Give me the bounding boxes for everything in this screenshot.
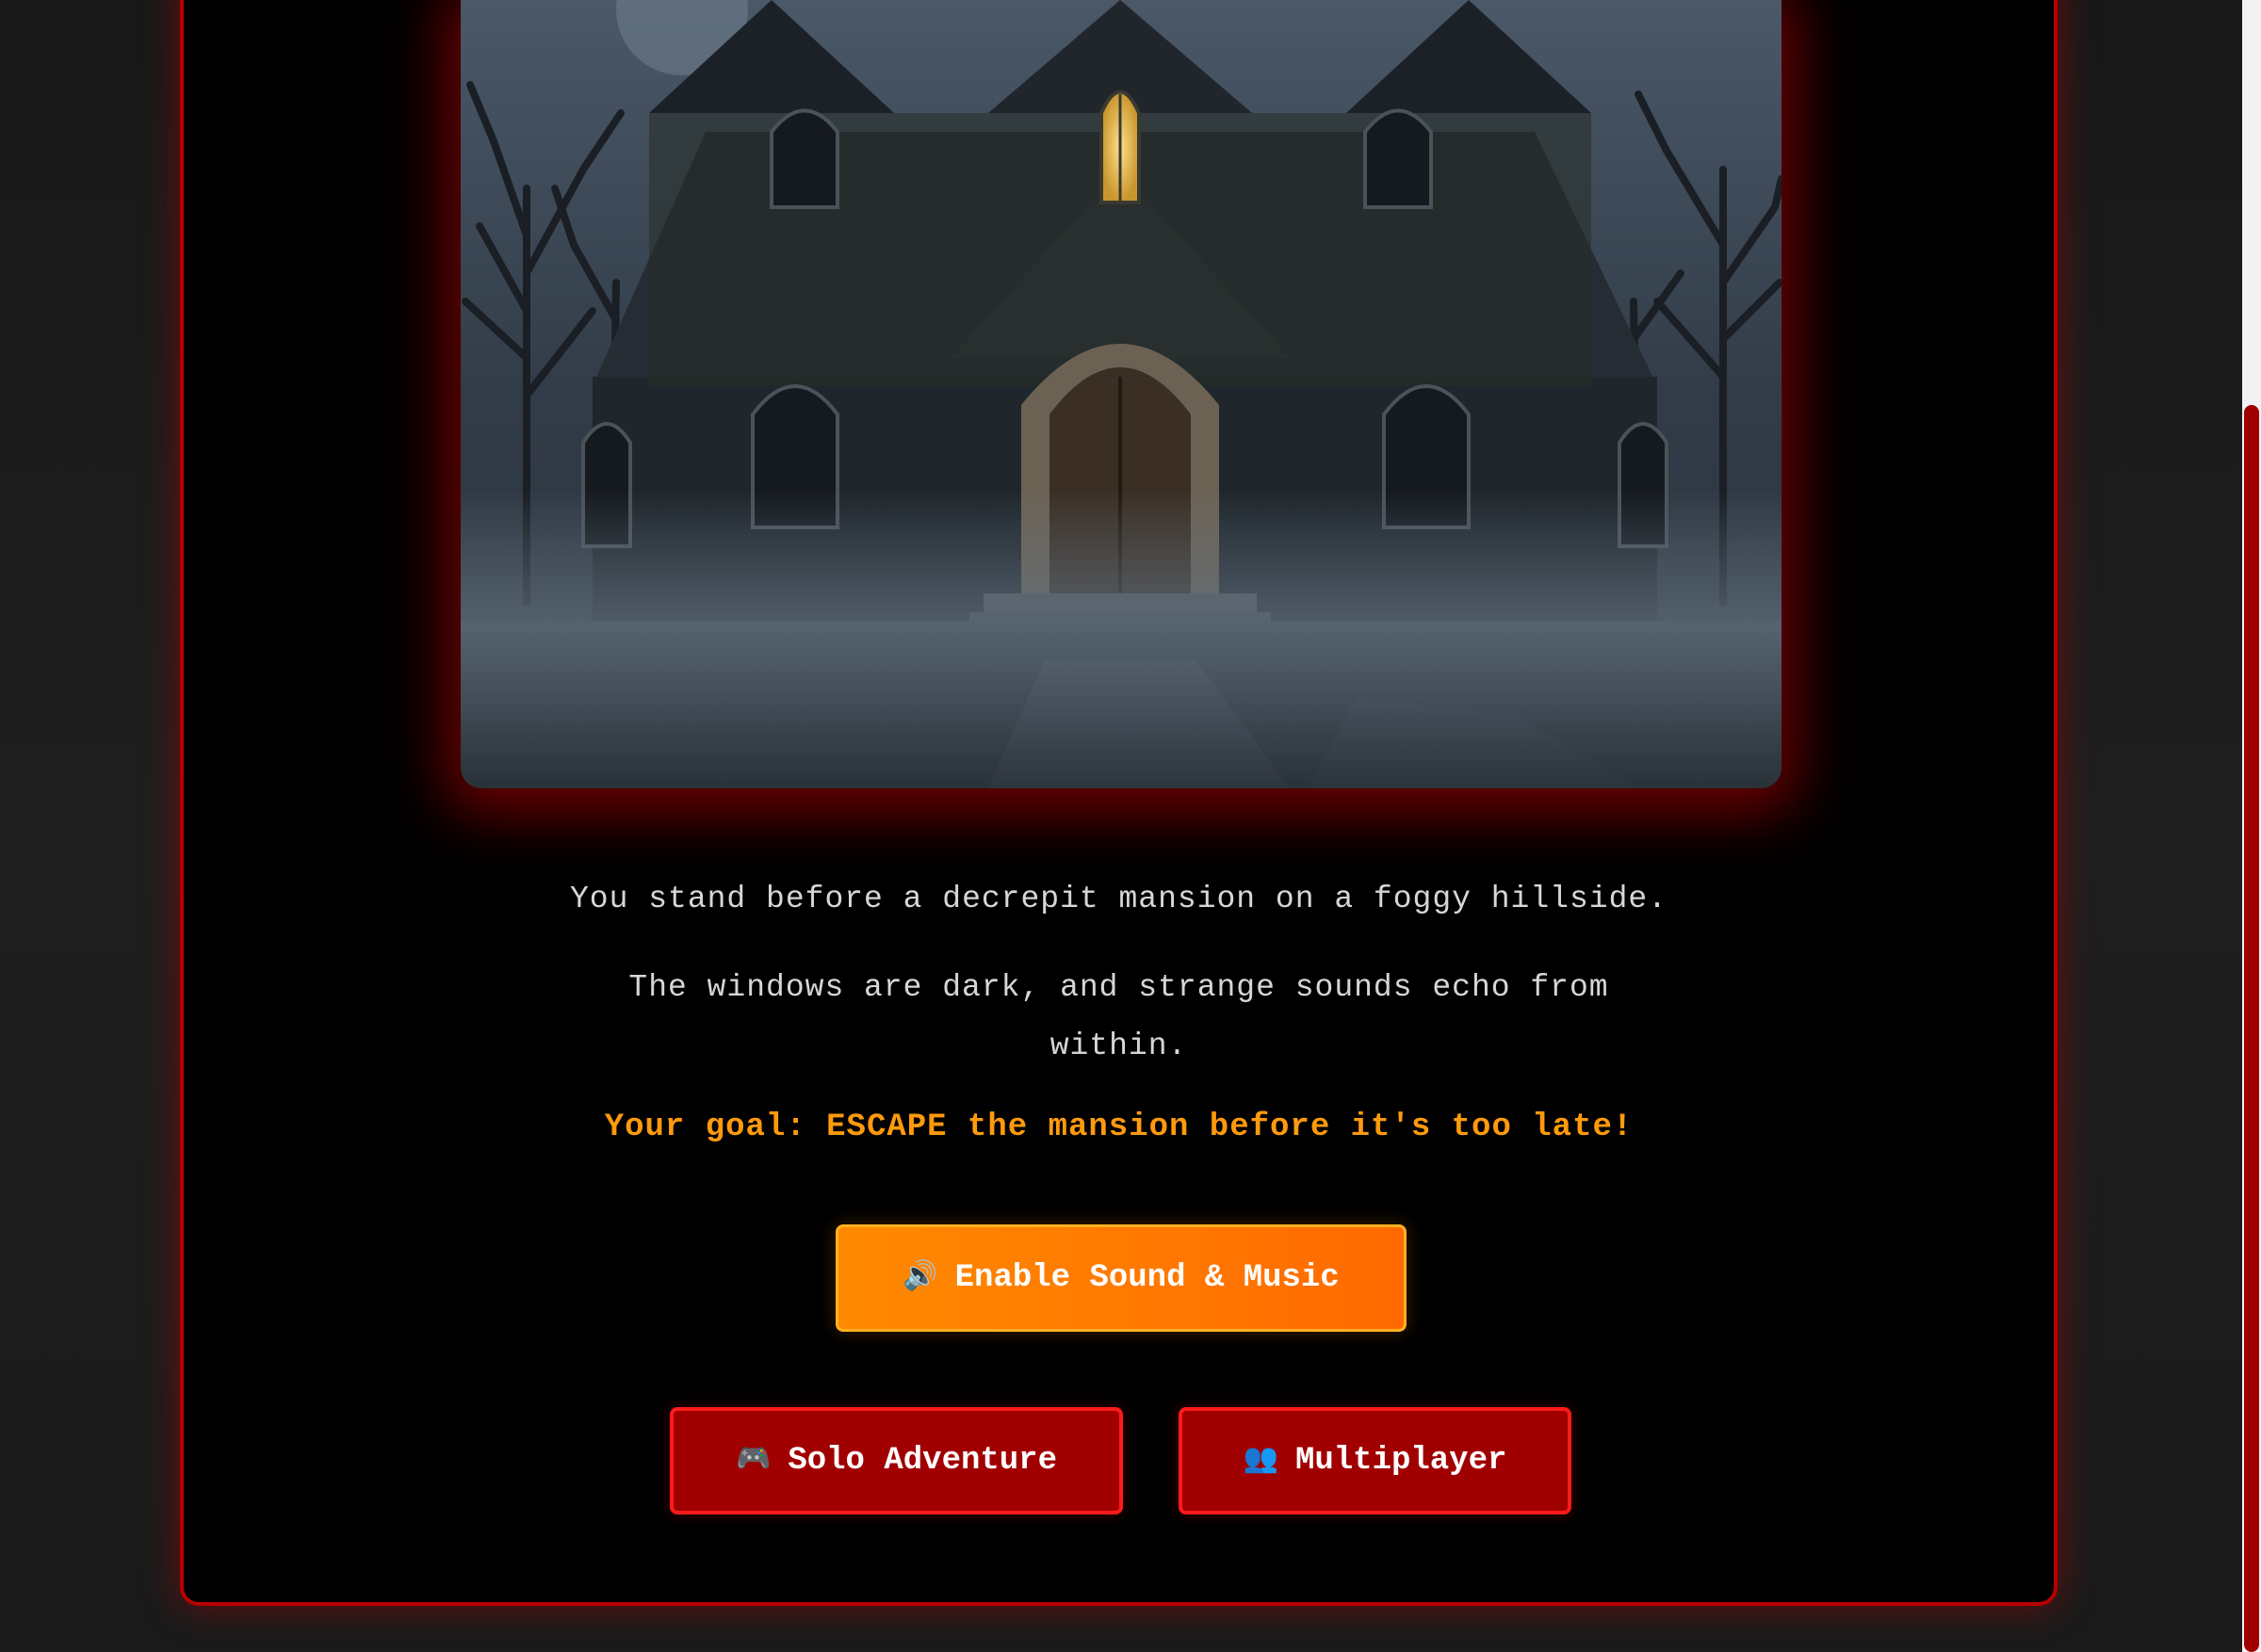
scrollbar-thumb[interactable] bbox=[2244, 405, 2259, 1652]
solo-adventure-label: Solo Adventure bbox=[788, 1443, 1057, 1479]
goal-text: Your goal: ESCAPE the mansion before it'… bbox=[604, 1109, 1634, 1145]
multiplayer-label: Multiplayer bbox=[1294, 1443, 1507, 1479]
story-intro-text: You stand before a decrepit mansion on a… bbox=[570, 882, 1667, 916]
enable-sound-label: Enable Sound & Music bbox=[954, 1260, 1340, 1296]
gamepad-icon: 🎮 bbox=[735, 1445, 772, 1477]
enable-sound-button[interactable]: 🔊 Enable Sound & Music bbox=[836, 1224, 1407, 1332]
story-description-line: The windows are dark, and strange sounds… bbox=[628, 970, 1609, 1063]
solo-adventure-button[interactable]: 🎮 Solo Adventure bbox=[670, 1407, 1123, 1514]
people-icon: 👥 bbox=[1243, 1445, 1278, 1477]
haunted-mansion-image bbox=[461, 0, 1781, 788]
multiplayer-button[interactable]: 👥 Multiplayer bbox=[1179, 1407, 1571, 1514]
story-description-text: The windows are dark, and strange sounds… bbox=[180, 959, 2058, 1076]
speaker-icon: 🔊 bbox=[903, 1262, 938, 1294]
